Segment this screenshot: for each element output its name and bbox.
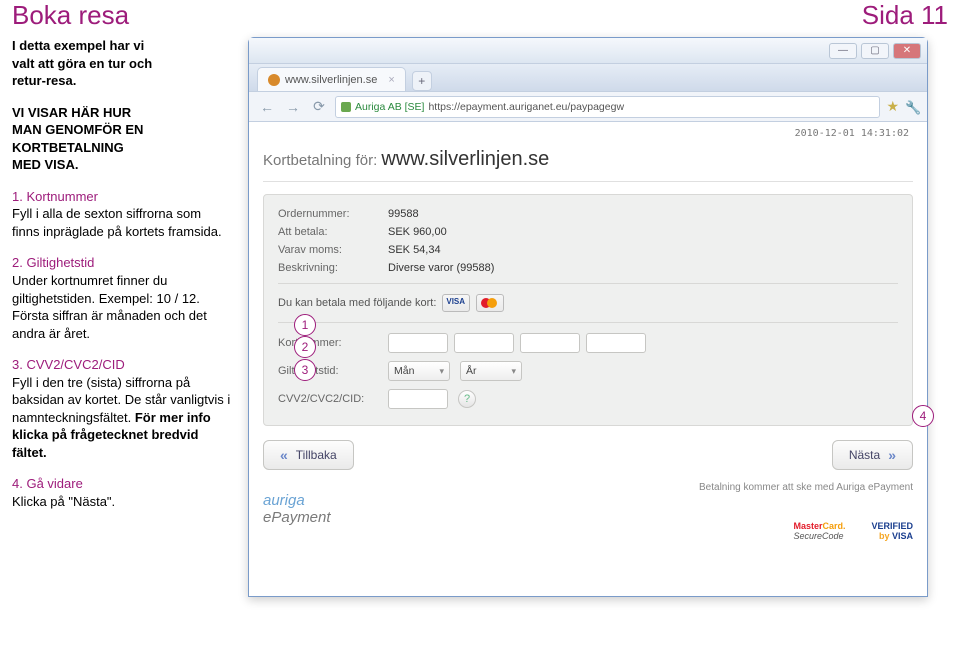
label-paymethods: Du kan betala med följande kort:: [278, 297, 436, 309]
new-tab-button[interactable]: +: [412, 71, 432, 91]
payment-header: Kortbetalning för: www.silverlinjen.se: [263, 148, 913, 182]
address-url: https://epayment.auriganet.eu/paypagegw: [428, 101, 624, 113]
step-2-body: Under kortnumret finner du giltighetstid…: [12, 273, 207, 341]
step-3: 3. CVV2/CVC2/CID Fyll i den tre (sista) …: [12, 356, 232, 461]
step-4-body: Klicka på "Nästa".: [12, 494, 115, 509]
chevron-left-icon: «: [280, 447, 288, 463]
auriga-logo-2: ePayment: [263, 509, 331, 526]
callout-4: 4: [912, 405, 934, 427]
bookmark-icon[interactable]: ★: [886, 98, 899, 115]
card-number-input-2[interactable]: [454, 333, 514, 353]
step-4-title: Gå vidare: [26, 476, 82, 491]
step-3-num: 3.: [12, 357, 23, 372]
mcsec-line2: SecureCode: [793, 531, 843, 541]
callout-1: 1: [294, 314, 316, 336]
mastercard-securecode-logo: MasterCard. SecureCode: [793, 521, 845, 541]
back-button-label: Tillbaka: [296, 448, 337, 462]
browser-window: — ▢ ✕ www.silverlinjen.se × + ← → ⟳ Auri…: [248, 37, 928, 597]
subintro-l3: KORTBETALNING: [12, 140, 124, 155]
lock-icon: [341, 102, 351, 112]
step-4-num: 4.: [12, 476, 23, 491]
minimize-button[interactable]: —: [829, 43, 857, 59]
step-1-num: 1.: [12, 189, 23, 204]
window-controls: — ▢ ✕: [249, 38, 927, 64]
forward-button[interactable]: →: [283, 97, 303, 117]
value-amount: SEK 960,00: [388, 226, 447, 238]
page-body: 2010-12-01 14:31:02 Kortbetalning för: w…: [249, 122, 927, 596]
chevron-down-icon: ▾: [511, 366, 516, 377]
page-title: Boka resa: [12, 0, 129, 31]
subintro-para: VI VISAR HÄR HUR MAN GENOMFÖR EN KORTBET…: [12, 104, 232, 174]
intro-l1: I detta exempel har vi: [12, 38, 144, 53]
card-number-input-3[interactable]: [520, 333, 580, 353]
step-2-num: 2.: [12, 255, 23, 270]
label-amount: Att betala:: [278, 226, 388, 238]
value-vat: SEK 54,34: [388, 244, 441, 256]
address-org: Auriga AB [SE]: [355, 101, 424, 113]
step-4: 4. Gå vidare Klicka på "Nästa".: [12, 475, 232, 510]
back-button-pay[interactable]: « Tillbaka: [263, 440, 354, 470]
payment-header-site: www.silverlinjen.se: [381, 148, 549, 170]
step-1-title: Kortnummer: [26, 189, 98, 204]
timestamp: 2010-12-01 14:31:02: [795, 128, 909, 139]
tab-close-icon[interactable]: ×: [388, 74, 394, 86]
browser-tab[interactable]: www.silverlinjen.se ×: [257, 67, 406, 91]
label-desc: Beskrivning:: [278, 262, 388, 274]
close-button[interactable]: ✕: [893, 43, 921, 59]
chevron-right-icon: »: [888, 447, 896, 463]
card-number-input-4[interactable]: [586, 333, 646, 353]
screenshot-column: 1 2 3 4 — ▢ ✕ www.silverlinjen.se × + ← …: [248, 37, 948, 597]
instruction-column: I detta exempel har vi valt att göra en …: [12, 37, 232, 597]
label-vat: Varav moms:: [278, 244, 388, 256]
step-1-body: Fyll i alla de sexton siffrorna som finn…: [12, 206, 222, 239]
address-bar[interactable]: Auriga AB [SE] https://epayment.aurigane…: [335, 96, 880, 118]
cvv-help-button[interactable]: ?: [458, 390, 476, 408]
security-logos: MasterCard. SecureCode VERIFIED by VISA: [331, 521, 913, 541]
tab-label: www.silverlinjen.se: [285, 74, 377, 86]
expiry-year-value: År: [466, 365, 477, 377]
back-button[interactable]: ←: [257, 97, 277, 117]
label-cvv: CVV2/CVC2/CID:: [278, 393, 388, 405]
intro-para: I detta exempel har vi valt att göra en …: [12, 37, 232, 90]
wrench-icon[interactable]: 🔧: [905, 100, 919, 114]
expiry-month-value: Mån: [394, 365, 414, 377]
auriga-logo: auriga ePayment: [263, 492, 331, 526]
callout-2: 2: [294, 336, 316, 358]
step-3-title: CVV2/CVC2/CID: [26, 357, 124, 372]
visa-icon: [442, 294, 470, 312]
cvv-input[interactable]: [388, 389, 448, 409]
vbv-line1: VERIFIED: [871, 521, 913, 531]
tab-favicon-icon: [268, 74, 280, 86]
order-box: Ordernummer: 99588 Att betala: SEK 960,0…: [263, 194, 913, 426]
value-order: 99588: [388, 208, 419, 220]
subintro-l4: MED VISA.: [12, 157, 78, 172]
next-button[interactable]: Nästa »: [832, 440, 913, 470]
processor-note: Betalning kommer att ske med Auriga ePay…: [263, 482, 913, 493]
reload-button[interactable]: ⟳: [309, 97, 329, 117]
intro-l3: retur-resa.: [12, 73, 76, 88]
value-desc: Diverse varor (99588): [388, 262, 494, 274]
step-1: 1. Kortnummer Fyll i alla de sexton siff…: [12, 188, 232, 241]
auriga-logo-1: auriga: [263, 492, 305, 509]
label-order: Ordernummer:: [278, 208, 388, 220]
address-bar-row: ← → ⟳ Auriga AB [SE] https://epayment.au…: [249, 92, 927, 122]
step-2-title: Giltighetstid: [26, 255, 94, 270]
maximize-button[interactable]: ▢: [861, 43, 889, 59]
callout-3: 3: [294, 359, 316, 381]
next-button-label: Nästa: [849, 448, 880, 462]
mastercard-icon: [476, 294, 504, 312]
chevron-down-icon: ▾: [439, 366, 444, 377]
subintro-l2: MAN GENOMFÖR EN: [12, 122, 143, 137]
verified-by-visa-logo: VERIFIED by VISA: [871, 521, 913, 541]
tab-bar: www.silverlinjen.se × +: [249, 64, 927, 92]
intro-l2: valt att göra en tur och: [12, 56, 152, 71]
expiry-month-select[interactable]: Mån ▾: [388, 361, 450, 381]
subintro-l1: VI VISAR HÄR HUR: [12, 105, 131, 120]
page-number: Sida 11: [862, 0, 948, 31]
step-2: 2. Giltighetstid Under kortnumret finner…: [12, 254, 232, 342]
card-number-input-1[interactable]: [388, 333, 448, 353]
expiry-year-select[interactable]: År ▾: [460, 361, 522, 381]
payment-header-prefix: Kortbetalning för:: [263, 152, 377, 169]
